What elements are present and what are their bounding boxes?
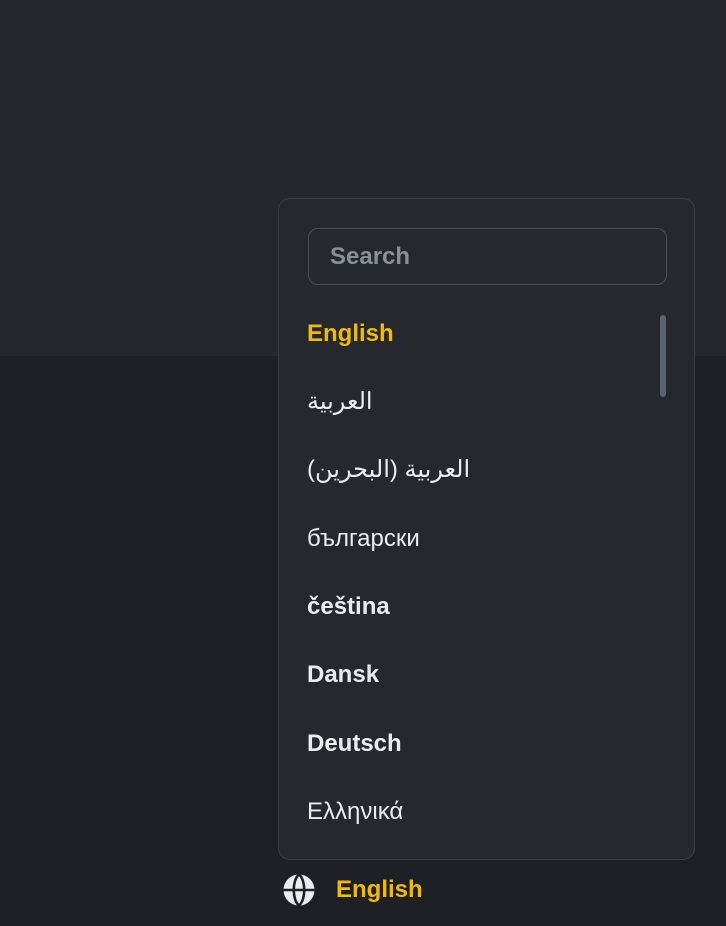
- language-option-greek[interactable]: Ελληνικά: [307, 794, 403, 830]
- current-language-label: English: [336, 876, 423, 903]
- language-option-german[interactable]: Deutsch: [307, 726, 402, 762]
- language-option-bulgarian[interactable]: български: [307, 521, 420, 557]
- language-option-czech[interactable]: čeština: [307, 589, 390, 625]
- dropdown-scrollbar[interactable]: [660, 315, 666, 397]
- language-option-arabic[interactable]: العربية: [307, 384, 373, 420]
- globe-icon: [283, 873, 315, 907]
- language-option-arabic-bahrain[interactable]: العربية (البحرين): [307, 452, 470, 488]
- language-selector-button[interactable]: English: [282, 872, 423, 908]
- language-option-english[interactable]: English: [307, 316, 394, 352]
- language-dropdown: English العربية العربية (البحرين) българ…: [278, 198, 695, 860]
- language-option-danish[interactable]: Dansk: [307, 657, 379, 693]
- language-search-input[interactable]: [308, 228, 667, 285]
